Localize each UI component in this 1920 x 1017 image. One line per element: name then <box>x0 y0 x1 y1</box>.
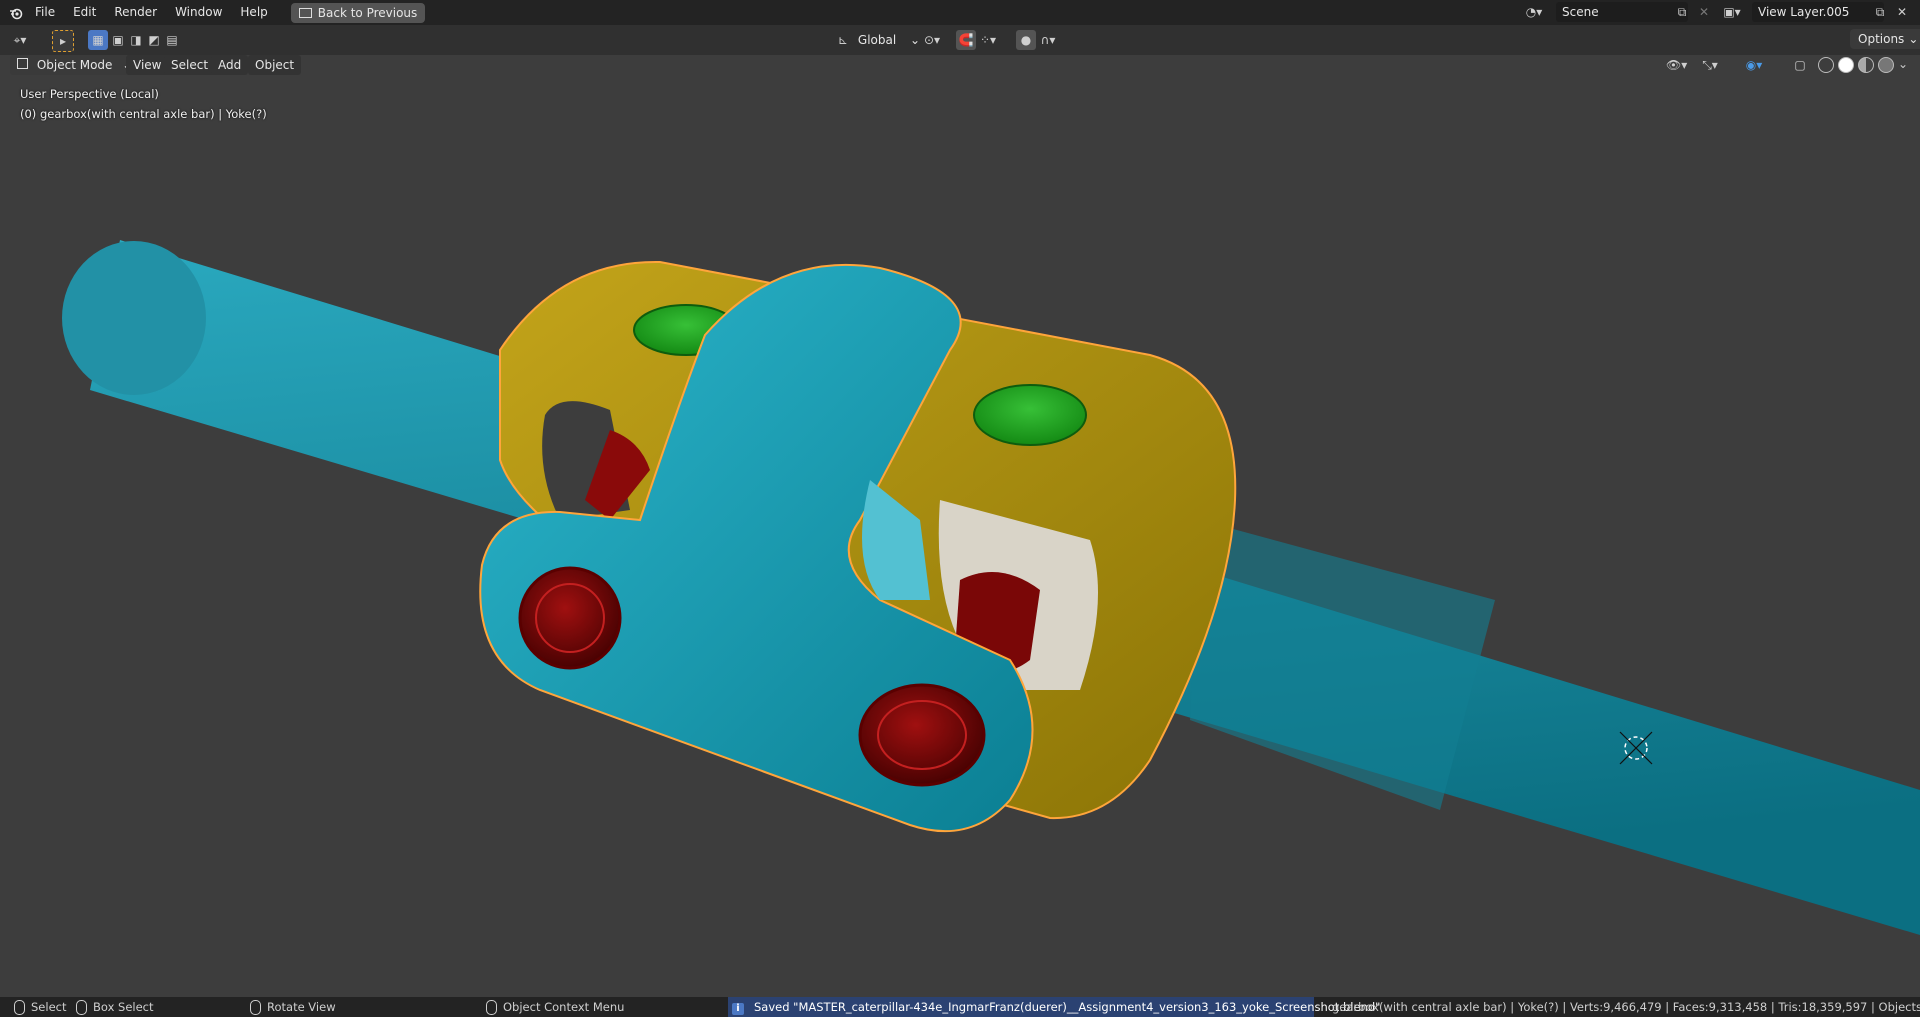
visibility-icon[interactable]: 👁▾ <box>1666 55 1687 75</box>
chevron-down-icon: ⌄ <box>1908 32 1919 46</box>
select-extend-icon[interactable]: ▣ <box>108 30 128 50</box>
tool-header: ⌖▾ ▸ ▦ ▣ ◨ ◩ ▤ ⊾ Global ⌄ ⊙▾ 🧲 ⁘▾ ● ∩▾ O… <box>0 25 1920 55</box>
rendered-shading-icon[interactable] <box>1878 57 1894 73</box>
view-layer-field[interactable]: View Layer.005 <box>1752 2 1884 22</box>
orientation-label: Global <box>857 33 897 47</box>
object-mode-icon <box>17 58 28 69</box>
view-layer-browse-icon[interactable]: ▣▾ <box>1722 2 1742 22</box>
viewport-menu-select[interactable]: Select <box>164 55 216 75</box>
info-icon: i <box>732 1003 744 1015</box>
status-box-select: Box Select <box>76 997 154 1017</box>
screen-icon <box>298 7 312 18</box>
saved-report-text: Saved "MASTER_caterpillar-434e_IngmarFra… <box>754 1000 1381 1014</box>
new-view-layer-icon[interactable]: ⧉ <box>1870 2 1890 22</box>
top-menu-bar: File Edit Render Window Help Back to Pre… <box>0 0 1920 25</box>
menu-help[interactable]: Help <box>231 0 276 25</box>
status-rotate-view: Rotate View <box>250 997 336 1017</box>
viewport-menu-view[interactable]: View <box>126 55 169 75</box>
back-to-previous-label: Back to Previous <box>317 5 418 20</box>
status-context-menu: Object Context Menu <box>486 997 624 1017</box>
new-scene-icon[interactable]: ⧉ <box>1672 2 1692 22</box>
chevron-down-icon[interactable]: ⌄ <box>1898 57 1908 73</box>
object-mode-label: Object Mode <box>36 58 113 72</box>
proportional-editing-icon[interactable]: ● <box>1016 30 1036 50</box>
xray-icon[interactable]: ▢ <box>1790 55 1810 75</box>
pivot-point-icon[interactable]: ⊙▾ <box>922 30 942 50</box>
transform-orientation-dropdown[interactable]: ⊾ Global ⌄ <box>838 30 920 50</box>
snap-target-icon[interactable]: ⁘▾ <box>978 30 998 50</box>
scene-field[interactable]: Scene <box>1556 2 1688 22</box>
left-mouse-icon <box>14 1000 25 1015</box>
saved-report[interactable]: i Saved "MASTER_caterpillar-434e_IngmarFr… <box>728 997 1380 1017</box>
solid-shading-icon[interactable] <box>1838 57 1854 73</box>
select-tool-icon[interactable]: ▸ <box>52 30 74 52</box>
overlays-icon[interactable]: ◉▾ <box>1744 55 1764 75</box>
menu-window[interactable]: Window <box>166 0 231 25</box>
object-mode-dropdown[interactable]: Object Mode ⌄ <box>10 55 140 75</box>
status-select: Select <box>14 997 66 1017</box>
status-context-menu-label: Object Context Menu <box>503 1000 625 1014</box>
middle-mouse-icon <box>250 1000 261 1015</box>
orientation-icon: ⊾ <box>838 33 849 47</box>
delete-scene-icon[interactable]: ✕ <box>1694 2 1714 22</box>
editor-type-icon[interactable]: ⌖▾ <box>10 30 30 50</box>
select-subtract-icon[interactable]: ◨ <box>126 30 146 50</box>
menu-render[interactable]: Render <box>105 0 166 25</box>
select-invert-icon[interactable]: ◩ <box>144 30 164 50</box>
status-select-label: Select <box>31 1000 67 1014</box>
back-to-previous-button[interactable]: Back to Previous <box>290 2 426 23</box>
status-box-select-label: Box Select <box>93 1000 154 1014</box>
viewport-3d-scene[interactable] <box>0 75 1920 997</box>
shading-modes: ⌄ <box>1818 57 1908 73</box>
options-button[interactable]: Options ⌄ <box>1850 29 1920 49</box>
falloff-icon[interactable]: ∩▾ <box>1038 30 1058 50</box>
delete-view-layer-icon[interactable]: ✕ <box>1892 2 1912 22</box>
menu-edit[interactable]: Edit <box>64 0 105 25</box>
wireframe-shading-icon[interactable] <box>1818 57 1834 73</box>
material-shading-icon[interactable] <box>1858 57 1874 73</box>
snap-toggle-icon[interactable]: 🧲 <box>956 30 976 50</box>
left-drag-mouse-icon <box>76 1000 87 1015</box>
viewport-menu-add[interactable]: Add <box>211 55 249 75</box>
gizmo-icon[interactable]: ⤡▾ <box>1700 55 1720 75</box>
right-mouse-icon <box>486 1000 497 1015</box>
chevron-down-icon: ⌄ <box>910 33 921 47</box>
blender-logo-icon[interactable] <box>6 3 26 23</box>
select-intersect-icon[interactable]: ▤ <box>162 30 182 50</box>
status-rotate-view-label: Rotate View <box>267 1000 336 1014</box>
options-label: Options <box>1858 32 1905 46</box>
menu-file[interactable]: File <box>26 0 64 25</box>
status-bar: Select Box Select Rotate View Object Con… <box>0 997 1920 1017</box>
viewport-menu-object[interactable]: Object <box>248 55 302 75</box>
scene-browse-icon[interactable]: ◔▾ <box>1524 2 1544 22</box>
scene-statistics: gearbox(with central axle bar) | Yoke(?)… <box>1332 1000 1920 1014</box>
select-new-icon[interactable]: ▦ <box>88 30 108 50</box>
